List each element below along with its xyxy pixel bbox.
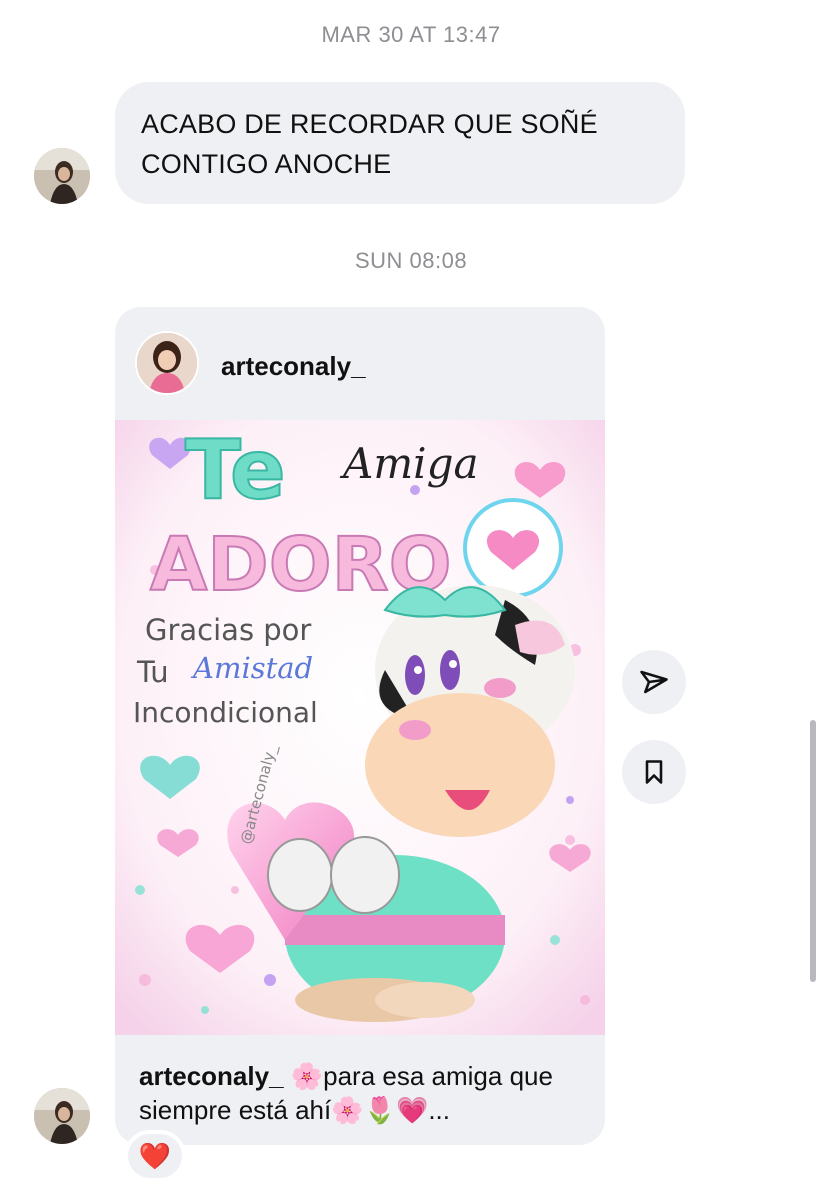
scrollbar[interactable] bbox=[810, 720, 816, 982]
shared-post-header[interactable]: arteconaly_ bbox=[115, 307, 605, 420]
post-author-avatar[interactable] bbox=[135, 331, 199, 395]
avatar-image bbox=[34, 148, 90, 204]
caption-username[interactable]: arteconaly_ bbox=[139, 1061, 284, 1091]
bookmark-icon bbox=[645, 760, 663, 784]
author-avatar-image bbox=[137, 333, 197, 393]
headline-te: Te bbox=[185, 423, 286, 518]
text-gracias-por: Gracias por bbox=[145, 613, 311, 647]
headline-amiga: Amiga bbox=[339, 439, 479, 488]
forward-button[interactable] bbox=[622, 650, 686, 714]
save-button[interactable] bbox=[622, 740, 686, 804]
sender-avatar[interactable] bbox=[34, 148, 90, 204]
text-amistad: Amistad bbox=[190, 651, 313, 685]
heart-reaction[interactable]: ❤️ bbox=[124, 1130, 186, 1182]
timestamp-mar-30: MAR 30 AT 13:47 bbox=[321, 22, 501, 47]
sender-avatar-2[interactable] bbox=[34, 1088, 90, 1144]
timestamp-sun: SUN 08:08 bbox=[354, 248, 468, 273]
shared-post-card[interactable]: arteconaly_ Te Amiga ADORO Gracias por T… bbox=[115, 307, 605, 1145]
paper-plane-icon bbox=[640, 670, 668, 694]
post-author-username[interactable]: arteconaly_ bbox=[221, 351, 366, 382]
message-bubble[interactable]: ACABO DE RECORDAR QUE SOÑÉ CONTIGO ANOCH… bbox=[115, 82, 685, 204]
text-incondicional: Incondicional bbox=[133, 696, 318, 729]
heart-reaction-icon: ❤️ bbox=[138, 1141, 172, 1171]
avatar-image-2 bbox=[34, 1088, 90, 1144]
post-illustration: Te Amiga ADORO Gracias por Tu Amistad In… bbox=[115, 420, 605, 1035]
shared-post-caption[interactable]: arteconaly_ 🌸para esa amiga que siempre … bbox=[139, 1059, 589, 1127]
text-tu: Tu bbox=[136, 655, 169, 689]
shared-post-image[interactable]: Te Amiga ADORO Gracias por Tu Amistad In… bbox=[115, 420, 605, 1035]
